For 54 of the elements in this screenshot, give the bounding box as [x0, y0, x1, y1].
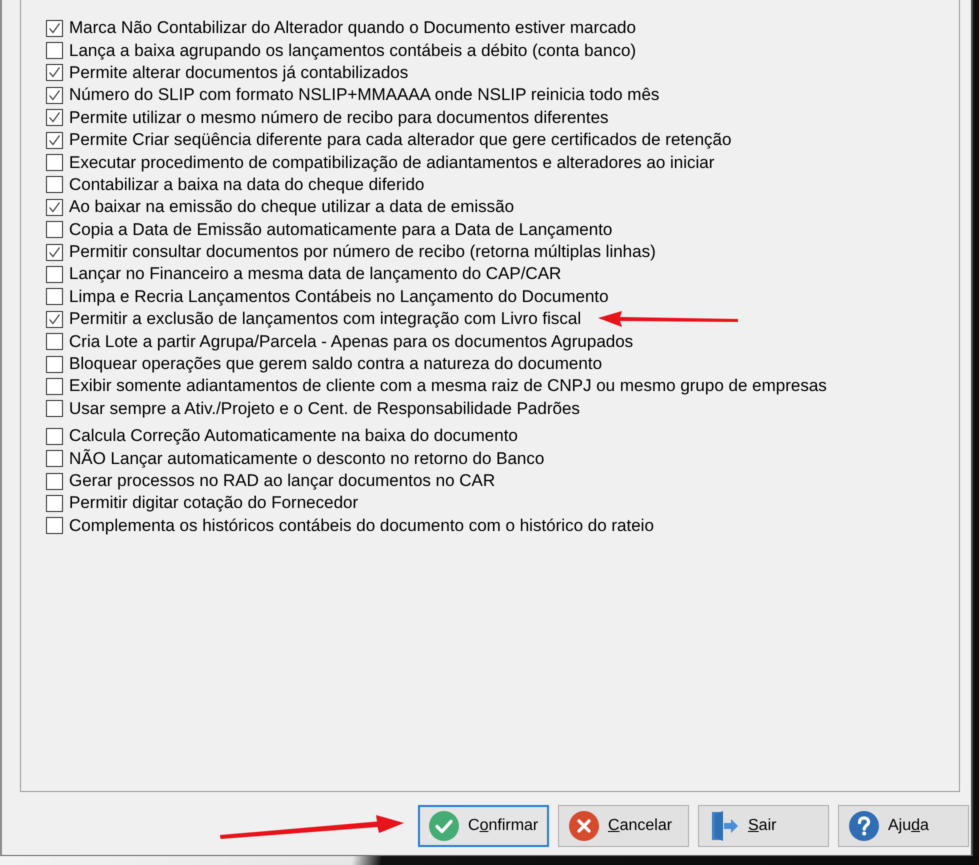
- checkbox[interactable]: [46, 517, 63, 534]
- checkbox[interactable]: [46, 266, 63, 283]
- help-icon: [849, 811, 879, 841]
- checkbox[interactable]: [46, 42, 63, 60]
- option-label: Marca Não Contabilizar do Alterador quando o Documento estiver marcado: [69, 18, 636, 38]
- option-label: Permite Criar seqüência diferente para cada alterador que gere certificados de retenção: [69, 130, 732, 150]
- checkbox[interactable]: [46, 154, 63, 172]
- option-label: Contabilizar a baixa na data do cheque diferido: [69, 174, 424, 195]
- checkbox[interactable]: [46, 450, 63, 468]
- checkbox[interactable]: [46, 132, 63, 149]
- checkbox[interactable]: [46, 400, 63, 418]
- option-label: Gerar processos no RAD ao lançar documentos no CAR: [69, 471, 496, 491]
- option-label: Permite utilizar o mesmo número de recibo para documentos diferentes: [69, 108, 609, 128]
- checkbox[interactable]: [46, 176, 63, 194]
- checkbox[interactable]: [46, 333, 63, 350]
- option-label: NÃO Lançar automaticamente o desconto no retorno do Banco: [69, 448, 544, 469]
- option-label: Copia a Data de Emissão automaticamente para a Data de Lançamento: [69, 220, 612, 240]
- checkbox[interactable]: [46, 428, 63, 445]
- option-label: Número do SLIP com formato NSLIP+MMAAAA onde NSLIP reinicia todo mês: [69, 85, 660, 106]
- x-circle-icon: [569, 811, 599, 841]
- option-label: Complementa os históricos contábeis do documento com o histórico do rateio: [69, 516, 654, 536]
- option-label: Exibir somente adiantamentos de cliente com a mesma raiz de CNPJ ou mesmo grupo de empresas: [69, 376, 827, 396]
- option-label: Permitir consultar documentos por número de recibo (retorna múltiplas linhas): [69, 242, 656, 262]
- option-label: Calcula Correção Automaticamente na baixa do documento: [69, 426, 518, 446]
- checkbox[interactable]: [46, 86, 63, 104]
- checkbox[interactable]: [46, 494, 63, 512]
- checkbox[interactable]: [46, 221, 63, 238]
- checkbox[interactable]: [46, 472, 63, 490]
- checkbox[interactable]: [46, 198, 63, 216]
- option-label: Executar procedimento de compatibilização de adiantamentos e alteradores ao iniciar: [69, 152, 714, 173]
- check-circle-icon: [429, 811, 459, 841]
- option-label: Permitir digitar cotação do Fornecedor: [69, 493, 358, 514]
- option-label: Ao baixar na emissão do cheque utilizar a data de emissão: [69, 197, 514, 218]
- checkbox[interactable]: [46, 288, 63, 306]
- checkbox[interactable]: [46, 64, 63, 82]
- checkbox[interactable]: [46, 109, 63, 126]
- option-label: Bloquear operações que gerem saldo contra a natureza do documento: [69, 354, 602, 374]
- cancel-button[interactable]: Cancelar: [558, 805, 689, 847]
- option-label: Usar sempre a Ativ./Projeto e o Cent. de Responsabilidade Padrões: [69, 398, 580, 419]
- option-label: Limpa e Recria Lançamentos Contábeis no Lançamento do Documento: [69, 286, 609, 307]
- help-button[interactable]: Ajuda: [838, 805, 969, 847]
- option-label: Lançar no Financeiro a mesma data de lançamento do CAP/CAR: [69, 264, 562, 284]
- confirm-button[interactable]: Confirmar: [418, 805, 549, 847]
- exit-button[interactable]: Sair: [698, 805, 829, 847]
- option-label: Permite alterar documentos já contabilizados: [69, 62, 408, 83]
- checkbox[interactable]: [46, 244, 63, 261]
- exit-door-icon: [709, 810, 739, 842]
- option-label: Permitir a exclusão de lançamentos com integração com Livro fiscal: [69, 309, 582, 330]
- option-label: Lança a baixa agrupando os lançamentos contábeis a débito (conta banco): [69, 40, 636, 61]
- checkbox[interactable]: [46, 356, 63, 373]
- checkbox[interactable]: [46, 20, 63, 37]
- checkbox[interactable]: [46, 378, 63, 395]
- checkbox[interactable]: [46, 310, 63, 328]
- option-label: Cria Lote a partir Agrupa/Parcela - Apenas para os documentos Agrupados: [69, 332, 634, 352]
